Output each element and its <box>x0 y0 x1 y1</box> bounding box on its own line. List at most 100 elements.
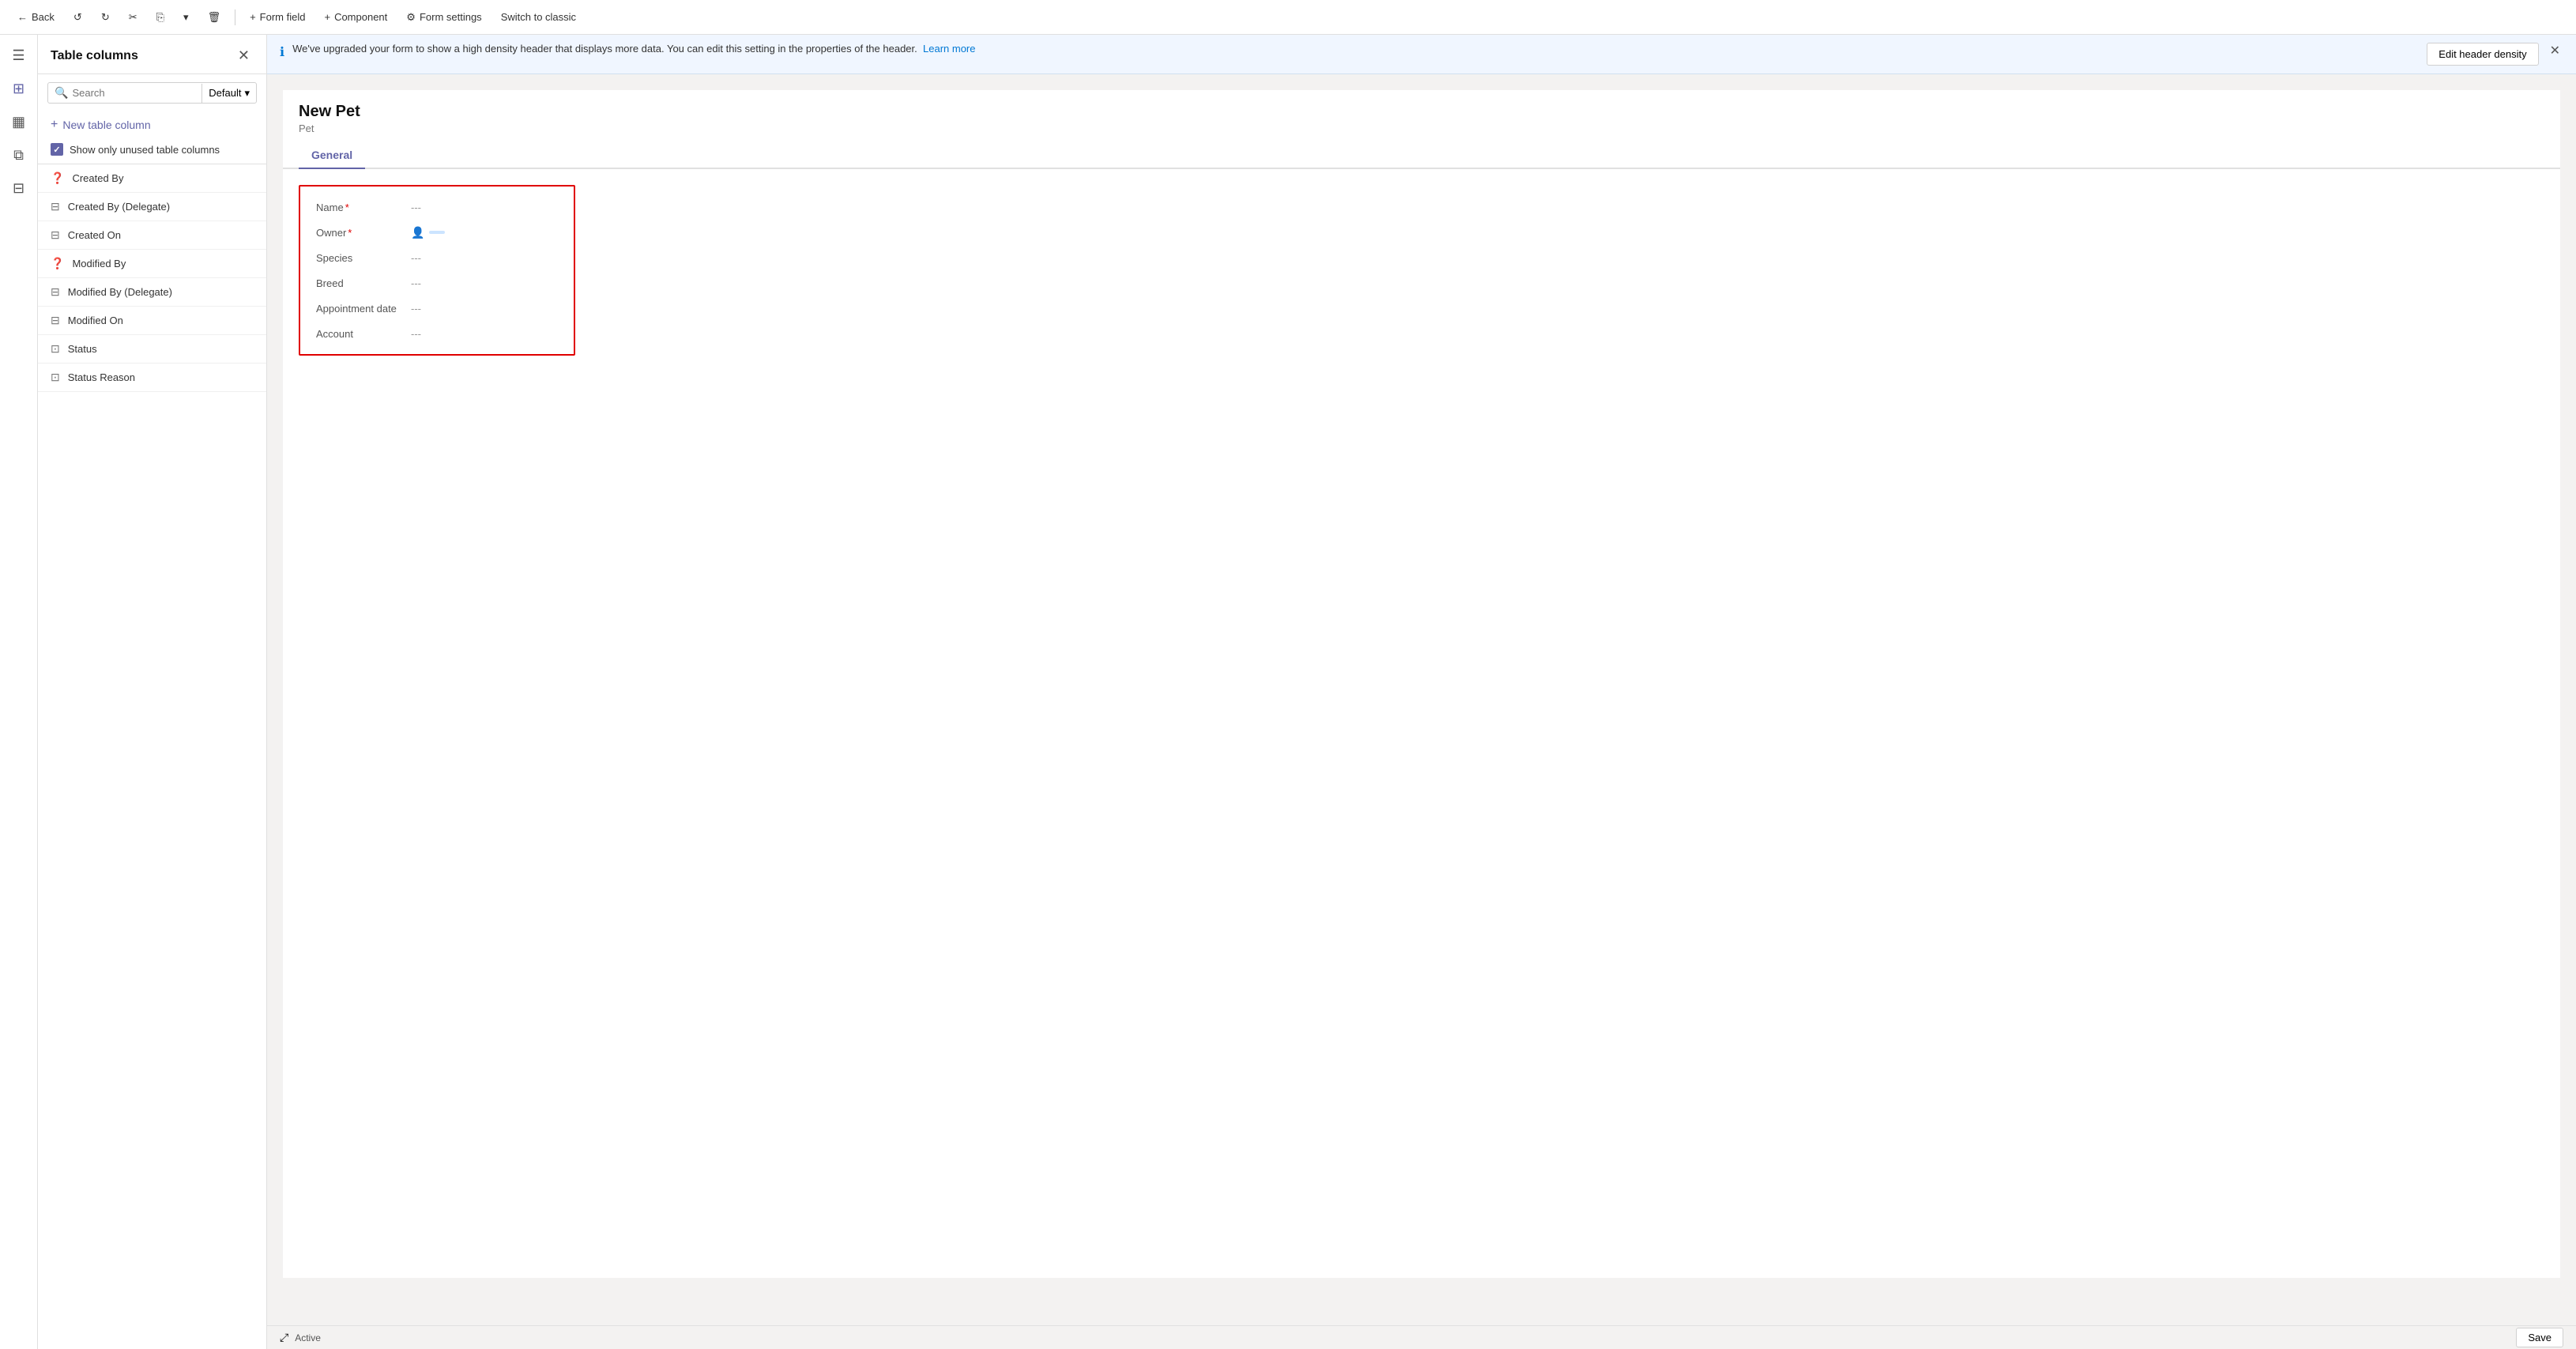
save-button[interactable]: Save <box>2516 1328 2563 1347</box>
status-reason-icon: ⊡ <box>51 371 60 384</box>
status-bar: ⤢ Active Save <box>267 1325 2576 1349</box>
layout-view-button[interactable]: ⊞ <box>5 74 33 103</box>
expand-icon: ⤢ <box>280 1331 288 1343</box>
close-panel-button[interactable]: ✕ <box>234 46 254 66</box>
show-unused-label: Show only unused table columns <box>70 144 220 156</box>
owner-name-value <box>429 231 445 234</box>
show-unused-checkbox-row[interactable]: ✓ Show only unused table columns <box>38 138 266 164</box>
form-field-button[interactable]: + Form field <box>242 7 313 27</box>
search-input[interactable] <box>72 87 195 99</box>
banner-text: We've upgraded your form to show a high … <box>292 43 2419 55</box>
component-button[interactable]: + Component <box>316 7 395 27</box>
column-item-created-by[interactable]: ❓ Created By <box>38 164 266 193</box>
filter-dropdown-button[interactable]: Default ▾ <box>202 84 256 103</box>
component-label: Component <box>334 11 387 23</box>
column-item-modified-by-delegate[interactable]: ⊟ Modified By (Delegate) <box>38 278 266 307</box>
new-table-column-button[interactable]: + New table column <box>38 111 266 138</box>
component-plus-icon: + <box>324 11 330 23</box>
column-item-status-reason[interactable]: ⊡ Status Reason <box>38 364 266 392</box>
field-row-species[interactable]: Species --- <box>300 245 574 270</box>
status-bar-left: ⤢ Active <box>280 1331 321 1344</box>
cut-button[interactable]: ✂ <box>121 7 145 28</box>
data-icon: ⊟ <box>13 180 24 197</box>
field-value-account: --- <box>411 328 421 340</box>
field-label-species: Species <box>316 252 411 264</box>
expand-button[interactable]: ⤢ <box>280 1331 288 1344</box>
data-button[interactable]: ⊟ <box>5 174 33 202</box>
field-label-owner: Owner* <box>316 227 411 239</box>
cut-icon: ✂ <box>129 11 137 24</box>
undo-button[interactable]: ↺ <box>66 7 90 28</box>
hamburger-icon: ☰ <box>12 47 24 64</box>
required-indicator: * <box>345 202 349 213</box>
undo-icon: ↺ <box>73 11 82 24</box>
switch-classic-label: Switch to classic <box>501 11 576 23</box>
field-row-breed[interactable]: Breed --- <box>300 270 574 296</box>
learn-more-link[interactable]: Learn more <box>923 43 975 55</box>
redo-icon: ↻ <box>101 11 110 24</box>
delete-button[interactable]: 🗑 <box>200 7 229 28</box>
plus-icon: + <box>250 11 256 23</box>
lookup-icon: ❓ <box>51 171 64 185</box>
field-label-account: Account <box>316 328 411 340</box>
form-tab-bar: General <box>283 141 2560 169</box>
image-icon: ▦ <box>12 114 25 130</box>
column-list: ❓ Created By ⊟ Created By (Delegate) ⊟ C… <box>38 164 266 1349</box>
column-item-modified-on[interactable]: ⊟ Modified On <box>38 307 266 335</box>
field-label-name: Name* <box>316 202 411 213</box>
search-input-wrapper: 🔍 <box>48 83 201 103</box>
edit-header-density-button[interactable]: Edit header density <box>2427 43 2538 66</box>
switch-classic-button[interactable]: Switch to classic <box>493 7 584 27</box>
form-title: New Pet <box>299 103 2544 121</box>
back-label: Back <box>32 11 55 23</box>
field-value-owner: 👤 <box>411 226 445 239</box>
column-item-created-on[interactable]: ⊟ Created On <box>38 221 266 250</box>
sidebar-icons: ☰ ⊞ ▦ ⧉ ⊟ <box>0 35 38 1349</box>
new-column-label: New table column <box>62 119 150 131</box>
main-layout: ☰ ⊞ ▦ ⧉ ⊟ Table columns ✕ 🔍 Default <box>0 35 2576 1349</box>
back-button[interactable]: ← Back <box>9 7 62 27</box>
field-value-breed: --- <box>411 277 421 289</box>
settings-icon: ⚙ <box>406 11 416 24</box>
field-row-name[interactable]: Name* --- <box>300 194 574 220</box>
field-label-breed: Breed <box>316 277 411 289</box>
close-banner-button[interactable]: ✕ <box>2547 43 2563 58</box>
search-icon: 🔍 <box>55 86 68 100</box>
columns-panel: Table columns ✕ 🔍 Default ▾ + New table … <box>38 35 267 1349</box>
form-section-general: Name* --- Owner* 👤 <box>283 169 2560 371</box>
status-bar-right: Save <box>2516 1328 2563 1347</box>
layers-icon: ⧉ <box>13 147 24 164</box>
copy-icon: ⎘ <box>156 11 164 24</box>
field-row-account[interactable]: Account --- <box>300 321 574 346</box>
status-text: Active <box>295 1332 321 1343</box>
field-value-name: --- <box>411 202 421 213</box>
columns-panel-header: Table columns ✕ <box>38 35 266 74</box>
search-bar: 🔍 Default ▾ <box>47 82 257 104</box>
info-banner: ℹ We've upgraded your form to show a hig… <box>267 35 2576 74</box>
info-icon: ℹ <box>280 44 284 60</box>
tab-general[interactable]: General <box>299 142 365 169</box>
copy-button[interactable]: ⎘ <box>149 7 172 28</box>
hamburger-menu-button[interactable]: ☰ <box>5 41 33 70</box>
field-row-appointment-date[interactable]: Appointment date --- <box>300 296 574 321</box>
field-value-appointment-date: --- <box>411 303 421 315</box>
datetime2-icon: ⊟ <box>51 314 60 327</box>
form-subtitle: Pet <box>299 122 2544 134</box>
form-settings-button[interactable]: ⚙ Form settings <box>398 7 489 28</box>
form-canvas: New Pet Pet General Name* --- <box>267 74 2576 1325</box>
column-item-created-by-delegate[interactable]: ⊟ Created By (Delegate) <box>38 193 266 221</box>
table2-icon: ⊟ <box>51 285 60 299</box>
form-section-content: Name* --- Owner* 👤 <box>299 185 575 356</box>
datetime-icon: ⊟ <box>51 228 60 242</box>
field-row-owner[interactable]: Owner* 👤 <box>300 220 574 245</box>
layers-button[interactable]: ⧉ <box>5 141 33 169</box>
show-unused-checkbox[interactable]: ✓ <box>51 143 63 156</box>
column-item-status[interactable]: ⊡ Status <box>38 335 266 364</box>
form-header: New Pet Pet <box>283 90 2560 141</box>
dropdown-label: Default <box>209 87 241 99</box>
column-item-modified-by[interactable]: ❓ Modified By <box>38 250 266 278</box>
dropdown-chevron-icon: ▾ <box>244 87 250 100</box>
image-view-button[interactable]: ▦ <box>5 107 33 136</box>
more-button[interactable]: ▾ <box>175 7 197 28</box>
redo-button[interactable]: ↻ <box>93 7 118 28</box>
